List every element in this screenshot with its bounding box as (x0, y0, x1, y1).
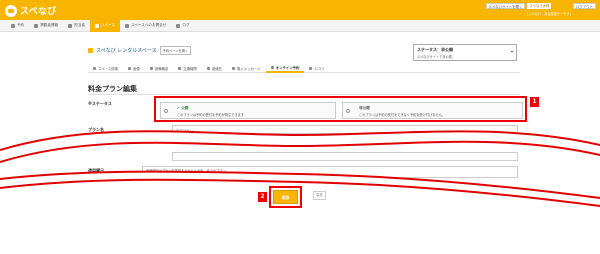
status-title: ステータス：非公開 (417, 47, 453, 52)
status-sub: スペなびサイトで非公開。 (417, 55, 456, 59)
star-icon (34, 23, 39, 28)
home-icon (88, 48, 93, 53)
apply-days-warning: ※ 適用曜日は日曜は、適用されません。 (146, 174, 204, 178)
back-button[interactable]: 戻る (313, 191, 326, 200)
status-option-private[interactable]: 非公開 このプランは予約の受付をできなく予約を受け付けません。 (342, 102, 523, 119)
nav-item-reservations[interactable]: 予約 (6, 20, 29, 32)
heading-divider (88, 94, 520, 95)
comment-icon (309, 67, 313, 70)
space-title-link[interactable]: スペなび レンタルスペース (96, 47, 157, 54)
user-name-link[interactable]: スペなび太郎 (527, 3, 552, 9)
plan-name-label: プラン名 (88, 127, 104, 132)
calendar-icon (11, 23, 15, 28)
home-icon (94, 23, 99, 28)
tab-images[interactable]: 画像 (123, 64, 145, 73)
brand-logo[interactable]: スペなび (5, 4, 57, 17)
equipment-icon (149, 67, 153, 70)
nav-item-publisher[interactable]: 掲載者情報 (29, 20, 63, 32)
tab-equipment[interactable]: 設備備品 (145, 64, 174, 73)
status-option-public[interactable]: ✔ 公開 このプランは予約の受付を予約が発生できます (160, 102, 336, 119)
clock-icon (270, 66, 274, 69)
option-public-desc: このプランは予約の受付を予約が発生できます (177, 113, 244, 117)
logo-text: スペなび (20, 7, 57, 17)
tab-contact[interactable]: 連絡先 (202, 64, 227, 73)
radio-public[interactable] (164, 109, 168, 113)
plan-name-input[interactable]: 平日プラン (172, 125, 518, 134)
tab-transport[interactable]: 交通機関 (173, 64, 202, 73)
person-icon (68, 23, 73, 28)
chat-icon (124, 23, 129, 28)
list-icon (93, 67, 96, 70)
image-icon (127, 67, 131, 70)
status-field-label: ※ステータス (88, 101, 112, 106)
log-icon (176, 23, 181, 28)
annotation-marker-2: 2 (258, 192, 267, 202)
space-tabs: スペース詳細 画像 設備備品 交通機関 連絡先 購入メッセージ オンライン予約 … (88, 64, 520, 73)
nav-item-inquiries[interactable]: スペースへのお問合せ (120, 20, 172, 32)
status-radio-group: ✔ 公開 このプランは予約の受付を予約が発生できます 非公開 このプランは予約の… (154, 96, 527, 122)
option-public-title: ✔ 公開 (177, 106, 189, 110)
user-organization: [スペなび｜貸会議室サーモス] (527, 12, 572, 16)
logo-icon (5, 4, 17, 17)
plan-detail-input[interactable] (172, 152, 518, 161)
radio-private[interactable] (346, 109, 350, 113)
add-apply-link[interactable]: ⊕ 適用を追加する (240, 173, 266, 178)
page-title: 料金プラン編集 (88, 85, 137, 93)
tab-purchase-message[interactable]: 購入メッセージ (227, 64, 266, 73)
main-nav: 予約 掲載者情報 担当者 スペース スペースへのお問合せ ログ (0, 19, 600, 32)
annotation-marker-1: 1 (530, 97, 539, 107)
nav-item-space[interactable]: スペース (89, 19, 120, 32)
train-icon (178, 67, 182, 70)
save-button[interactable]: 保存 (273, 190, 298, 204)
mail-icon (232, 67, 236, 70)
option-private-desc: このプランは予約の受付をできなく予約を受け付けません。 (359, 113, 445, 117)
status-select[interactable]: ステータス：非公開 スペなびサイトで非公開。 ▾ (413, 44, 517, 61)
plan-name-help: 「平日プラン」「土日プラン」「入場料プラン」など、プラン名を入力してください (176, 139, 294, 143)
view-site-button[interactable]: スペなびサイトを開く (485, 3, 526, 9)
logout-button[interactable]: ログアウト (573, 3, 596, 9)
chevron-down-icon: ▾ (510, 49, 513, 54)
breadcrumb: スペなび レンタルスペース 予約ページを開く (88, 46, 192, 55)
option-private-title: 非公開 (359, 106, 370, 110)
top-bar: スペなび スペなびサイトを開く スペなび太郎 [スペなび｜貸会議室サーモス] ロ… (0, 0, 600, 20)
apply-days-label: 適用曜日 (88, 168, 104, 173)
tab-online-booking[interactable]: オンライン予約 (265, 64, 305, 73)
open-booking-page-button[interactable]: 予約ページを開く (159, 46, 192, 55)
tab-reviews[interactable]: ロコミ (304, 64, 329, 73)
nav-item-staff[interactable]: 担当者 (63, 20, 90, 32)
nav-item-log[interactable]: ログ (171, 20, 194, 32)
phone-icon (206, 67, 210, 70)
tab-space-details[interactable]: スペース詳細 (88, 64, 123, 73)
